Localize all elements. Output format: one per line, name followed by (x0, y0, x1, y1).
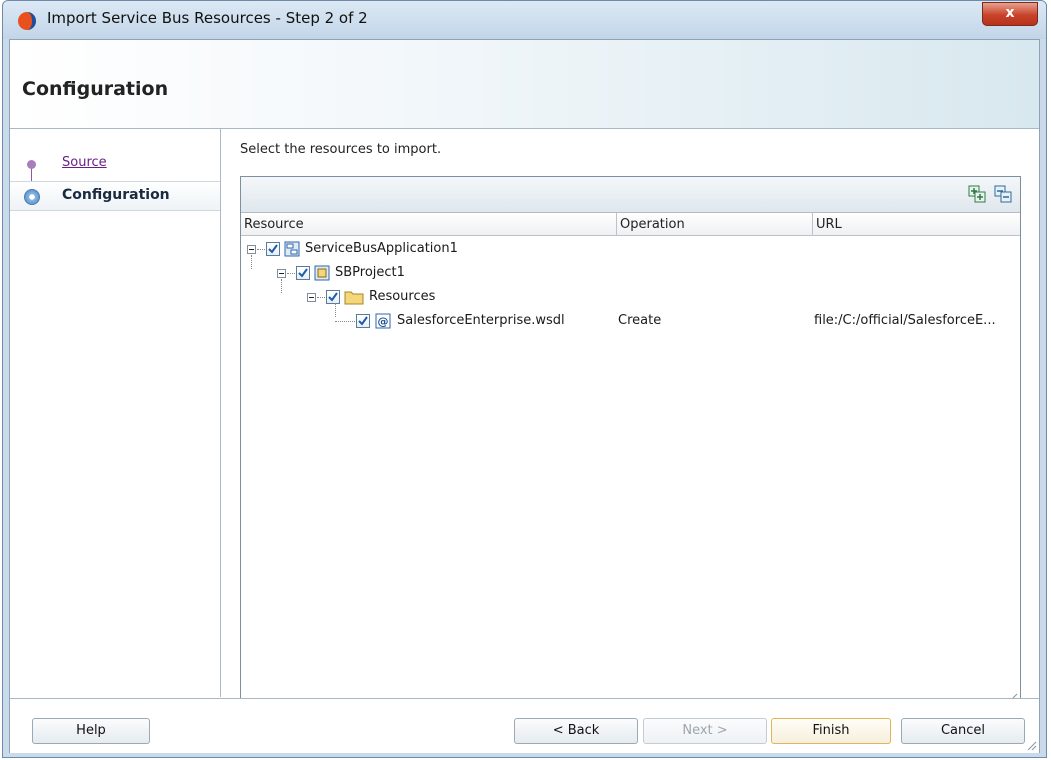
tree-row[interactable]: ServiceBusApplication1 (241, 239, 1020, 263)
tree-row-label: Resources (369, 289, 436, 304)
check-icon (328, 292, 338, 302)
tree-connector (281, 279, 282, 293)
check-icon (358, 316, 368, 326)
window-resize-grip-icon[interactable] (1025, 739, 1037, 751)
window-title: Import Service Bus Resources - Step 2 of… (47, 9, 368, 27)
url-cell: file:/C:/official/SalesforceE... (814, 313, 996, 328)
collapse-toggle[interactable] (277, 269, 286, 278)
resource-checkbox[interactable] (296, 266, 310, 280)
operation-cell: Create (618, 313, 662, 328)
check-icon (298, 268, 308, 278)
nav-item-source-label[interactable]: Source (62, 155, 107, 170)
table-toolbar (241, 177, 1020, 213)
button-bar: Help < Back Next > Finish Cancel (10, 698, 1039, 753)
resource-checkbox[interactable] (266, 242, 280, 256)
tree-row[interactable]: Resources (241, 279, 1020, 311)
wizard-nav: Source Configuration (10, 129, 221, 697)
tree-connector (335, 303, 336, 317)
tree-connector (287, 273, 295, 275)
resource-checkbox[interactable] (326, 290, 340, 304)
collapse-all-icon[interactable] (994, 185, 1012, 203)
project-icon (314, 265, 330, 281)
step-visited-icon (27, 160, 36, 169)
expand-all-icon[interactable] (968, 185, 986, 203)
tree-row-label: SalesforceEnterprise.wsdl (397, 313, 565, 328)
cancel-button[interactable]: Cancel (901, 718, 1025, 744)
app-icon (18, 12, 36, 30)
wsdl-icon: @ (375, 313, 391, 329)
nav-item-configuration[interactable]: Configuration (10, 181, 220, 211)
close-button[interactable]: x (982, 2, 1038, 26)
tree-row[interactable]: @ SalesforceEnterprise.wsdl Create file:… (241, 303, 1020, 335)
tree-row[interactable]: SBProject1 (241, 255, 1020, 287)
tree-row-label: SBProject1 (335, 265, 405, 280)
header-band: Configuration (10, 40, 1039, 129)
finish-button[interactable]: Finish (771, 718, 891, 744)
nav-item-configuration-label: Configuration (62, 187, 170, 203)
step-current-icon (24, 189, 40, 205)
check-icon (268, 244, 278, 254)
tree-connector (251, 255, 252, 269)
collapse-toggle[interactable] (247, 245, 256, 254)
tree-row-label: ServiceBusApplication1 (305, 241, 458, 256)
close-icon: x (1005, 5, 1015, 21)
next-button: Next > (643, 718, 767, 744)
svg-text:@: @ (378, 315, 389, 328)
tree-connector (257, 249, 265, 251)
resource-tree-table: Resource Operation URL ServiceBusApplica… (240, 176, 1021, 706)
dialog-body: Configuration Source Configuration Selec… (9, 39, 1040, 753)
help-button[interactable]: Help (32, 718, 150, 744)
instruction-text: Select the resources to import. (240, 142, 442, 157)
nav-item-source[interactable]: Source (10, 149, 220, 179)
back-button[interactable]: < Back (514, 718, 638, 744)
column-header-operation[interactable]: Operation (617, 213, 813, 236)
collapse-toggle[interactable] (307, 293, 316, 302)
tree-connector (317, 297, 325, 299)
dialog-window: Import Service Bus Resources - Step 2 of… (2, 0, 1047, 758)
tree-connector (335, 321, 355, 323)
column-header-resource[interactable]: Resource (241, 213, 617, 236)
page-title: Configuration (22, 78, 169, 100)
application-icon (284, 241, 300, 257)
column-header-url[interactable]: URL (813, 213, 1020, 236)
folder-icon (344, 291, 364, 305)
resource-checkbox[interactable] (356, 314, 370, 328)
title-bar[interactable]: Import Service Bus Resources - Step 2 of… (3, 1, 1046, 39)
